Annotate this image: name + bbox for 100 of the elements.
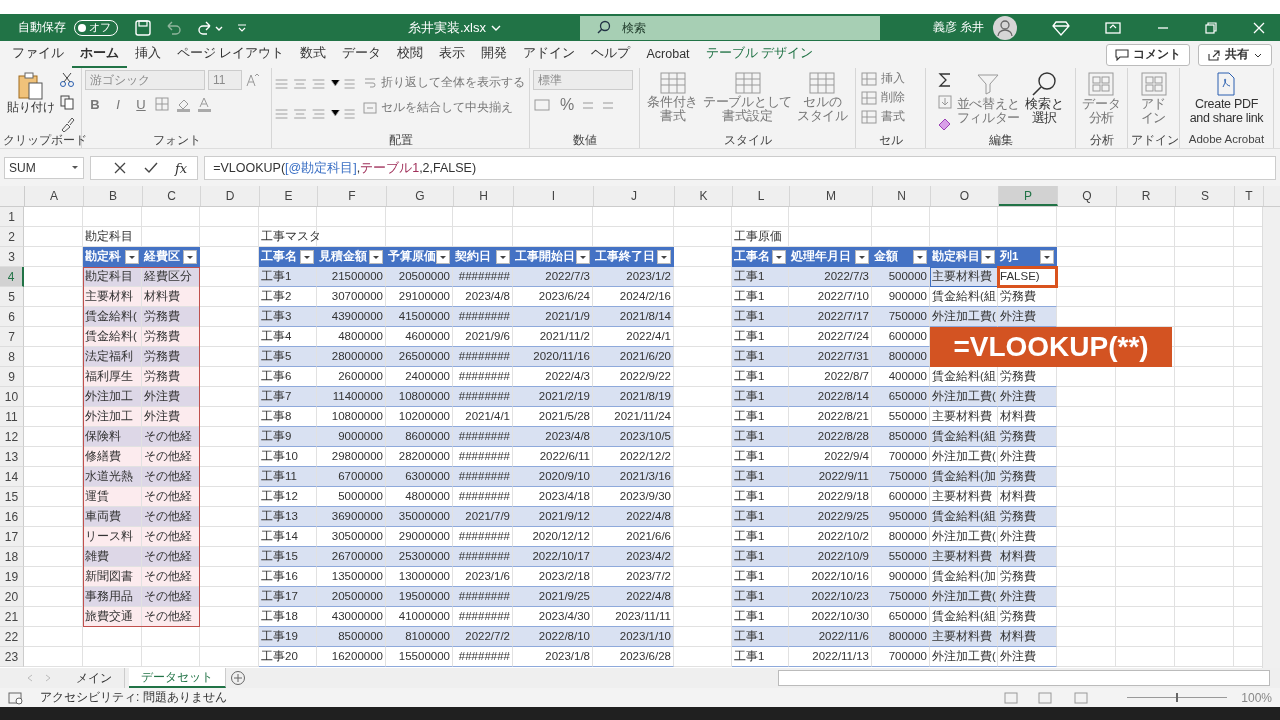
filter-dropdown-icon[interactable] [1040, 249, 1054, 264]
filter-dropdown-icon[interactable] [369, 249, 383, 264]
customize-icon[interactable] [236, 21, 248, 34]
filter-dropdown-icon[interactable] [772, 249, 786, 264]
ribbon-tab[interactable]: 開発 [473, 41, 516, 68]
row-header[interactable]: 20 [0, 587, 24, 607]
ribbon-tab[interactable]: 表示 [431, 41, 474, 68]
row-header[interactable]: 6 [0, 307, 24, 327]
column-header[interactable]: Q [1058, 186, 1117, 206]
column-header[interactable]: G [387, 186, 454, 206]
macro-icon[interactable] [8, 690, 24, 705]
column-header[interactable]: E [260, 186, 318, 206]
column-header[interactable]: C [143, 186, 201, 206]
ribbon-tab[interactable]: アドイン [515, 41, 584, 68]
row-header[interactable]: 2 [0, 227, 24, 247]
ribbon-tab[interactable]: 校閲 [389, 41, 432, 68]
filter-dropdown-icon[interactable] [125, 249, 139, 264]
column-header[interactable]: F [318, 186, 387, 206]
restore-icon[interactable] [1204, 20, 1218, 35]
row-header[interactable]: 13 [0, 447, 24, 467]
filter-dropdown-icon[interactable] [496, 249, 510, 264]
row-header[interactable]: 3 [0, 247, 24, 267]
eraser-icon[interactable] [936, 116, 953, 132]
insert-function-button[interactable]: fx [175, 160, 188, 176]
vertical-scrollbar[interactable] [1262, 207, 1280, 668]
column-header[interactable]: S [1176, 186, 1235, 206]
ribbon-tab[interactable]: Acrobat [638, 42, 698, 67]
ribbon-tab[interactable]: データ [334, 41, 390, 68]
filter-dropdown-icon[interactable] [657, 249, 671, 264]
ribbon-tab[interactable]: ファイル [4, 41, 72, 68]
filter-dropdown-icon[interactable] [436, 249, 450, 264]
column-header[interactable]: T [1235, 186, 1264, 206]
check-icon[interactable] [143, 161, 159, 175]
row-header[interactable]: 14 [0, 467, 24, 487]
filter-dropdown-icon[interactable] [981, 249, 995, 264]
row-header[interactable]: 7 [0, 327, 24, 347]
column-header[interactable]: L [733, 186, 790, 206]
filter-dropdown-icon[interactable] [300, 249, 314, 264]
column-header[interactable]: M [790, 186, 873, 206]
editing-button[interactable]: 検索と 選択 [1024, 70, 1065, 127]
ribbon-tab[interactable]: ページ レイアウト [169, 41, 293, 68]
column-header[interactable]: J [594, 186, 675, 206]
paste-button[interactable]: 貼り付け [6, 70, 56, 116]
comment-button[interactable]: コメント [1106, 43, 1190, 66]
row-header[interactable]: 5 [0, 287, 24, 307]
row-header[interactable]: 1 [0, 207, 24, 227]
cancel-icon[interactable] [113, 161, 127, 175]
ribbon-tab[interactable]: テーブル デザイン [697, 41, 822, 68]
filter-dropdown-icon[interactable] [183, 249, 197, 264]
ribbon-button[interactable]: Create PDF and share link [1188, 70, 1265, 127]
column-header[interactable]: N [873, 186, 931, 206]
column-header[interactable]: D [201, 186, 260, 206]
horizontal-scrollbar[interactable] [778, 670, 1270, 686]
column-header[interactable]: I [514, 186, 594, 206]
display-icon[interactable] [1104, 19, 1122, 36]
redo-icon[interactable] [196, 19, 224, 36]
scissors-icon[interactable] [59, 72, 75, 88]
brush-icon[interactable] [59, 116, 75, 132]
row-header[interactable]: 10 [0, 387, 24, 407]
save-icon[interactable] [134, 18, 152, 37]
file-name[interactable]: 糸井実装.xlsx [408, 18, 486, 37]
sheet-tab[interactable]: データセット [129, 668, 226, 688]
column-header[interactable]: R [1117, 186, 1176, 206]
row-header[interactable]: 11 [0, 407, 24, 427]
row-header[interactable]: 9 [0, 367, 24, 387]
row-header[interactable]: 18 [0, 547, 24, 567]
copy-icon[interactable] [59, 94, 75, 110]
share-button[interactable]: 共有 [1198, 43, 1272, 66]
add-sheet-icon[interactable] [230, 670, 246, 686]
column-header[interactable]: P [999, 186, 1058, 206]
avatar-icon[interactable] [992, 14, 1018, 41]
alignment-icons-drawing[interactable] [274, 106, 358, 122]
row-header[interactable]: 23 [0, 647, 24, 667]
row-header[interactable]: 17 [0, 527, 24, 547]
ribbon-tab[interactable]: 挿入 [127, 41, 169, 68]
ribbon-tab[interactable]: 数式 [292, 41, 335, 68]
column-header[interactable]: H [454, 186, 514, 206]
sum-icon[interactable] [936, 72, 953, 88]
column-header[interactable]: B [84, 186, 143, 206]
column-header[interactable]: K [675, 186, 733, 206]
accessibility-status[interactable]: アクセシビリティ: 問題ありません [40, 689, 227, 706]
row-header[interactable]: 15 [0, 487, 24, 507]
name-box[interactable]: SUM [4, 157, 84, 179]
row-header[interactable]: 16 [0, 507, 24, 527]
row-header[interactable]: 22 [0, 627, 24, 647]
diamond-icon[interactable] [1052, 18, 1070, 37]
alignment-icons-drawing[interactable] [274, 76, 358, 92]
filter-dropdown-icon[interactable] [913, 249, 927, 264]
column-header[interactable]: A [25, 186, 84, 206]
font-color-icon[interactable] [196, 96, 214, 112]
filter-dropdown-icon[interactable] [576, 249, 590, 264]
filter-dropdown-icon[interactable] [855, 249, 869, 264]
row-header[interactable]: 19 [0, 567, 24, 587]
ribbon-tab[interactable]: ヘルプ [583, 41, 639, 68]
row-header[interactable]: 12 [0, 427, 24, 447]
row-header[interactable]: 4 [0, 267, 24, 287]
zoom-slider-thumb[interactable] [1176, 693, 1179, 702]
close-icon[interactable] [1252, 20, 1266, 35]
search-field[interactable]: 検索 [580, 15, 880, 40]
formula-field[interactable]: =VLOOKUP([@勘定科目],テーブル1,2,FALSE) [204, 156, 1276, 180]
